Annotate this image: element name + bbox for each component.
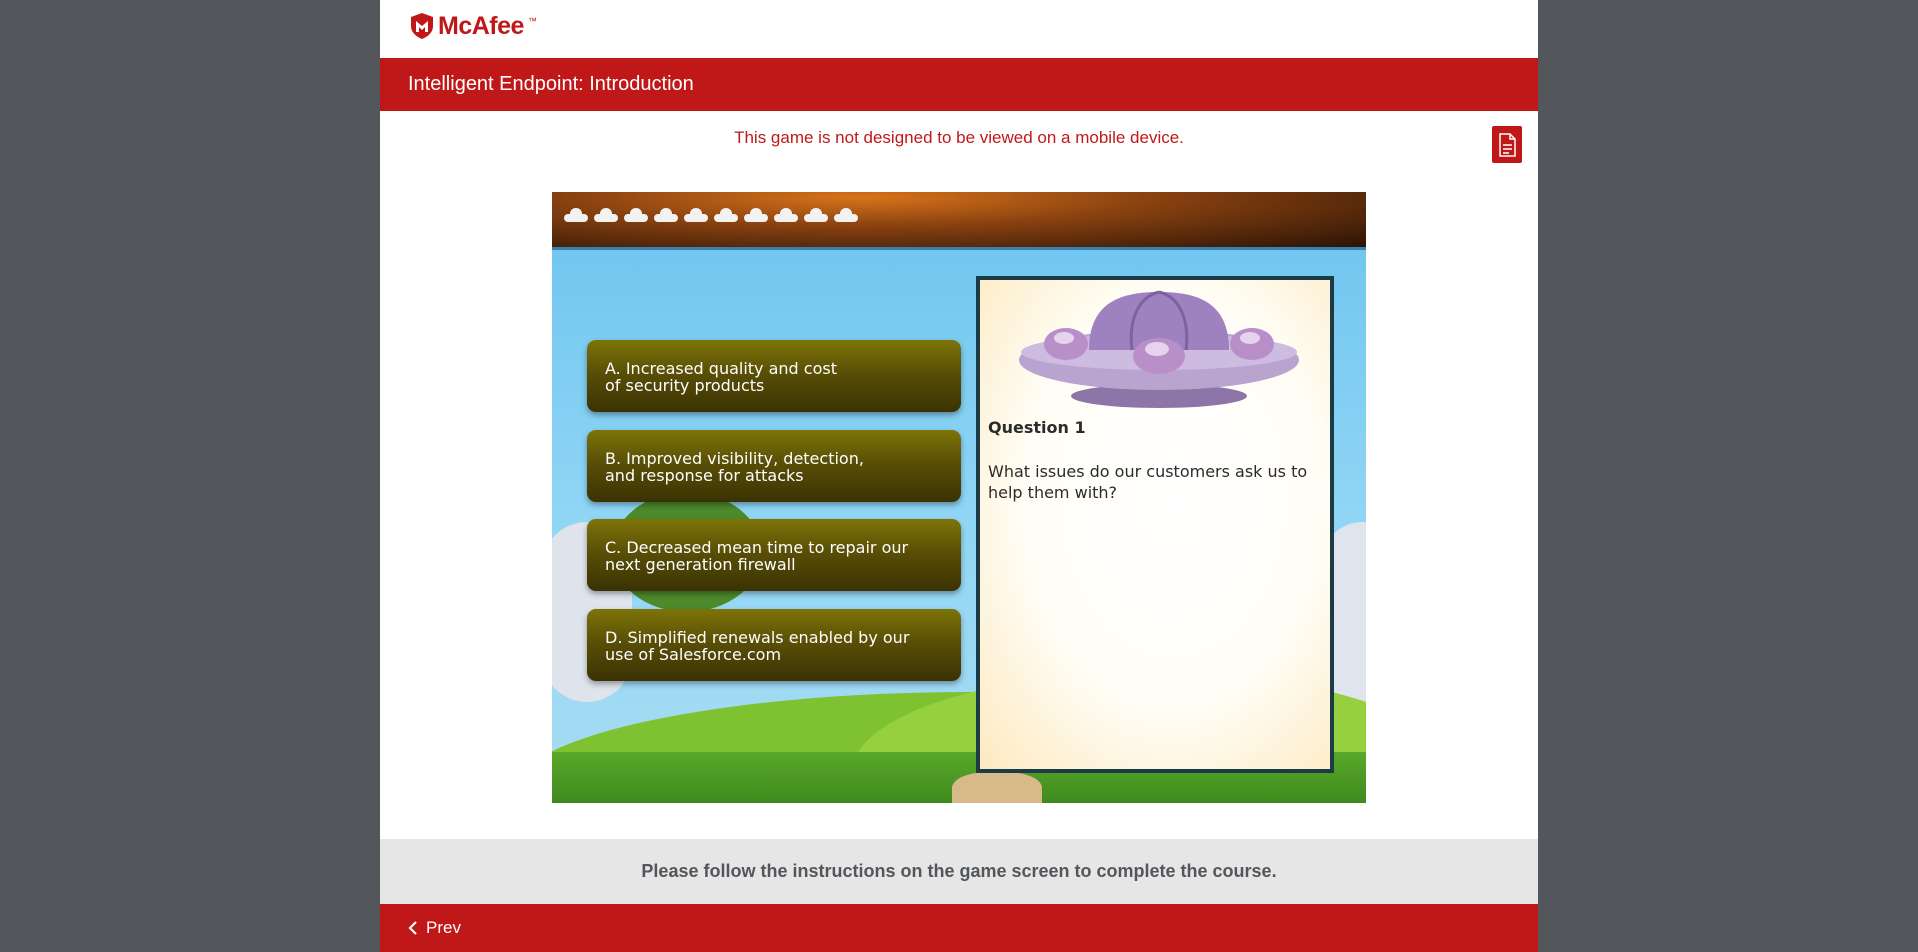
chevron-left-icon: [408, 921, 417, 935]
instructions-bar: Please follow the instructions on the ga…: [380, 839, 1538, 904]
course-page: McAfee ™ Intelligent Endpoint: Introduct…: [380, 0, 1538, 952]
game-canvas[interactable]: A. Increased quality and cost of securit…: [552, 192, 1366, 803]
document-icon: [1499, 132, 1516, 157]
progress-cloud-icon: [622, 206, 650, 222]
course-title: Intelligent Endpoint: Introduction: [408, 73, 694, 95]
course-title-bar: Intelligent Endpoint: Introduction: [380, 58, 1538, 111]
progress-cloud-icon: [712, 206, 740, 222]
progress-cloud-icon: [772, 206, 800, 222]
answer-option-c[interactable]: C. Decreased mean time to repair our nex…: [587, 519, 961, 591]
game-header: [552, 192, 1366, 250]
progress-cloud-icon: [742, 206, 770, 222]
document-button[interactable]: [1492, 126, 1522, 163]
progress-cloud-icon: [832, 206, 860, 222]
progress-cloud-icon: [802, 206, 830, 222]
mcafee-shield-icon: [411, 13, 433, 39]
answer-option-a[interactable]: A. Increased quality and cost of securit…: [587, 340, 961, 412]
top-bar: McAfee ™: [380, 0, 1538, 58]
question-title: Question 1: [988, 418, 1086, 437]
progress-cloud-icon: [652, 206, 680, 222]
mobile-warning: This game is not designed to be viewed o…: [734, 128, 1184, 147]
background-path: [952, 772, 1042, 803]
logo-trademark: ™: [527, 16, 537, 26]
progress-clouds: [562, 206, 860, 222]
question-text: What issues do our customers ask us to h…: [988, 462, 1308, 502]
progress-cloud-icon: [562, 206, 590, 222]
prev-button[interactable]: Prev: [408, 904, 461, 952]
footer-nav: Prev: [380, 904, 1538, 952]
ufo-icon: [1019, 290, 1299, 408]
mcafee-logo: McAfee ™: [410, 10, 537, 42]
progress-cloud-icon: [592, 206, 620, 222]
answer-option-d[interactable]: D. Simplified renewals enabled by our us…: [587, 609, 961, 681]
logo-text: McAfee: [438, 11, 524, 40]
question-card: Question 1 What issues do our customers …: [976, 276, 1334, 773]
prev-label: Prev: [426, 918, 461, 937]
progress-cloud-icon: [682, 206, 710, 222]
answer-option-b[interactable]: B. Improved visibility, detection, and r…: [587, 430, 961, 502]
